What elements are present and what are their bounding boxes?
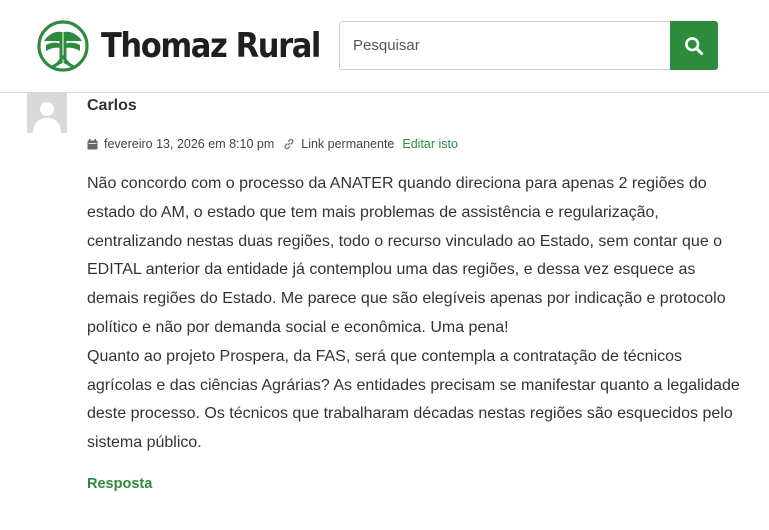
site-header: Thomaz Rural bbox=[0, 0, 769, 93]
logo-tree-icon bbox=[37, 20, 89, 72]
link-icon bbox=[283, 138, 295, 150]
search-form bbox=[339, 21, 718, 70]
default-avatar-icon bbox=[27, 93, 67, 133]
avatar bbox=[27, 93, 67, 133]
comment-paragraph: Não concordo com o processo da ANATER qu… bbox=[87, 175, 726, 336]
search-button[interactable] bbox=[670, 21, 718, 70]
search-input[interactable] bbox=[339, 21, 670, 70]
search-icon bbox=[685, 36, 704, 55]
comment-paragraph: Quanto ao projeto Prospera, da FAS, será… bbox=[87, 347, 740, 452]
reply-link[interactable]: Resposta bbox=[87, 476, 152, 492]
site-name: Thomaz Rural bbox=[101, 26, 321, 66]
permalink-link[interactable]: Link permanente bbox=[301, 137, 394, 151]
comment-meta: fevereiro 13, 2026 em 8:10 pm Link perma… bbox=[87, 136, 458, 152]
edit-link[interactable]: Editar isto bbox=[402, 137, 458, 151]
calendar-icon bbox=[87, 138, 98, 150]
comment-author: Carlos bbox=[87, 97, 137, 114]
site-logo[interactable]: Thomaz Rural bbox=[37, 19, 344, 73]
comment-date[interactable]: fevereiro 13, 2026 em 8:10 pm bbox=[104, 137, 274, 151]
comment-body: Não concordo com o processo da ANATER qu… bbox=[87, 170, 747, 458]
